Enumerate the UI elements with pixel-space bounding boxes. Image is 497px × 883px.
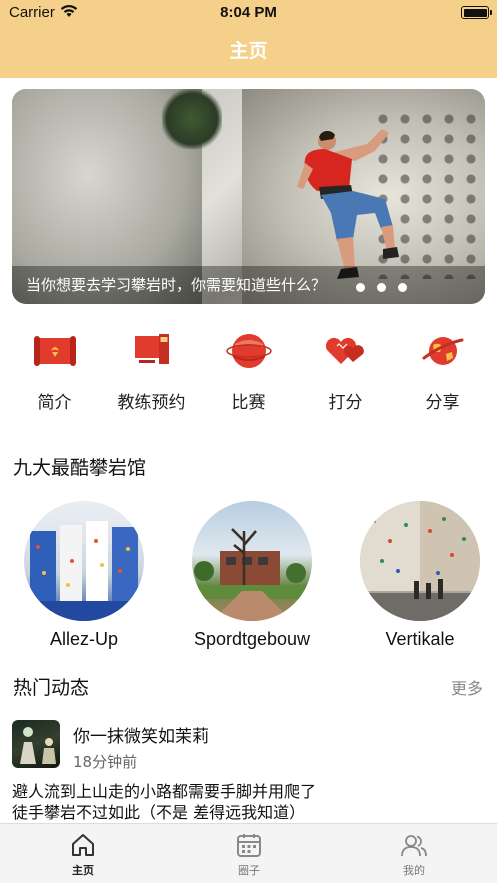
gym-card-allez-up[interactable]: Allez-Up <box>22 501 146 650</box>
gyms-section-title: 九大最酷攀岩馆 <box>13 457 147 479</box>
banner-carousel[interactable]: 当你想要去学习攀岩时，你需要知道些什么？ <box>12 89 485 304</box>
gym-image <box>192 501 312 621</box>
climber-image <box>297 129 399 279</box>
avatar-image <box>20 727 56 764</box>
avatar[interactable] <box>12 720 60 768</box>
navigation-header: Carrier 8:04 PM 主页 <box>0 0 497 78</box>
tab-label: 主页 <box>72 864 94 877</box>
post-body: 避人流到上山走的小路都需要手脚并用爬了 徒手攀岩不过如此（不是 差得远我知道） <box>12 781 485 823</box>
page-dot[interactable] <box>377 283 386 292</box>
post-body-line: 徒手攀岩不过如此（不是 差得远我知道） <box>12 803 306 822</box>
gym-card-spordtgebouw[interactable]: Spordtgebouw <box>190 501 314 650</box>
gym-card-vertikale[interactable]: Vertikale <box>358 501 482 650</box>
calendar-icon <box>237 834 261 857</box>
gym-image <box>24 501 144 621</box>
gym-image <box>360 501 480 621</box>
page-dot[interactable] <box>398 283 407 292</box>
post-timestamp: 18分钟前 <box>73 753 138 771</box>
scroll-icon <box>33 336 76 366</box>
tab-label: 我的 <box>403 864 425 877</box>
gym-name: Allez-Up <box>49 629 119 649</box>
home-icon <box>72 834 94 856</box>
menu-item-label: 分享 <box>425 393 460 413</box>
menu-item-coach-booking[interactable]: 教练预约 <box>103 330 200 413</box>
hearts-icon <box>325 337 364 364</box>
gym-name: Spordtgebouw <box>193 629 311 649</box>
tab-label: 圈子 <box>238 864 260 877</box>
page-title: 主页 <box>229 40 268 62</box>
feed-section-title: 热门动态 <box>13 677 90 699</box>
page-dot[interactable] <box>356 283 365 292</box>
tab-home[interactable]: 主页 <box>23 832 143 878</box>
menu-item-intro[interactable]: 简介 <box>6 330 103 413</box>
tab-circle[interactable]: 圈子 <box>189 832 309 878</box>
banner-caption: 当你想要去学习攀岩时，你需要知道些什么？ <box>26 276 327 294</box>
banner-moss <box>162 89 222 149</box>
post-username[interactable]: 你一抹微笑如茉莉 <box>73 722 209 747</box>
user-group-icon <box>401 835 427 857</box>
status-bar: Carrier 8:04 PM <box>0 0 497 26</box>
gym-photo-spordtgebouw <box>192 528 312 621</box>
menu-item-label: 打分 <box>328 393 363 413</box>
gym-photo-allez-up <box>24 521 144 621</box>
banner-page-indicator[interactable] <box>356 283 407 292</box>
globe-icon <box>422 337 463 365</box>
menu-item-label: 比赛 <box>231 393 266 413</box>
menu-item-label: 教练预约 <box>117 393 186 413</box>
menu-item-competition[interactable]: 比赛 <box>200 330 297 413</box>
gym-name: Vertikale <box>385 629 455 649</box>
quick-menu: 简介 教练预约 比赛 打分 分享 <box>0 330 497 420</box>
battery-icon <box>461 6 492 19</box>
planet-icon <box>225 334 272 368</box>
clock: 8:04 PM <box>220 4 277 21</box>
tab-bar: 主页 圈子 我的 <box>0 823 497 883</box>
menu-item-scoring[interactable]: 打分 <box>297 330 394 413</box>
tab-mine[interactable]: 我的 <box>354 832 474 878</box>
monitor-icon <box>134 334 169 364</box>
more-link[interactable]: 更多 <box>451 675 483 699</box>
gym-photo-vertikale <box>360 501 480 621</box>
post-body-line: 避人流到上山走的小路都需要手脚并用爬了 <box>12 782 317 801</box>
menu-item-label: 简介 <box>37 393 72 413</box>
menu-item-share[interactable]: 分享 <box>394 330 491 413</box>
